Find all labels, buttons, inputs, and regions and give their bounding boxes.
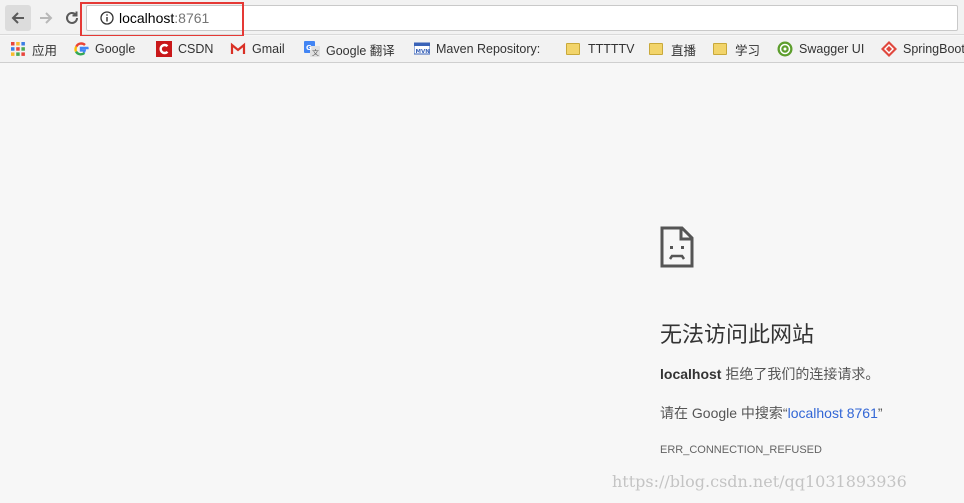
search-suffix: ” — [877, 405, 883, 421]
google-icon — [73, 41, 89, 57]
bookmark-label: 学习 — [735, 43, 761, 58]
bookmark-label: Gmail — [252, 42, 285, 56]
bookmark-maven-repository[interactable]: MVN Maven Repository: — [413, 39, 541, 59]
search-suggestion: 请在 Google 中搜索“localhost 8761” — [660, 403, 883, 423]
back-button[interactable] — [5, 5, 31, 31]
mvn-icon: MVN — [413, 41, 431, 57]
bookmark-folder-ttttv[interactable]: TTTTTV — [566, 39, 635, 59]
bookmark-apps[interactable]: 应用 — [10, 39, 57, 59]
arrow-right-icon — [40, 12, 53, 24]
bookmark-label: Swagger UI — [799, 42, 865, 56]
search-prefix: 请在 Google 中搜索“ — [660, 405, 788, 421]
bookmark-label: CSDN — [178, 42, 214, 56]
error-title: 无法访问此网站 — [660, 322, 815, 347]
svg-text:MVN: MVN — [416, 49, 431, 55]
bookmark-label: 应用 — [32, 43, 58, 58]
folder-icon — [713, 41, 729, 57]
swagger-icon — [777, 41, 793, 57]
bookmarks-bar: 应用 Google CSDN Gmail G 文 Google 翻译 MVN M… — [0, 36, 964, 63]
bookmark-folder-live[interactable]: 直播 — [649, 39, 696, 59]
bookmark-csdn[interactable]: CSDN — [156, 39, 213, 59]
bookmark-folder-study[interactable]: 学习 — [713, 39, 760, 59]
svg-text:文: 文 — [312, 48, 319, 57]
bookmark-swagger-ui[interactable]: Swagger UI — [777, 39, 864, 59]
error-description: localhost 拒绝了我们的连接请求。 — [660, 364, 879, 384]
reload-icon — [66, 11, 78, 24]
sad-page-icon — [660, 226, 694, 268]
springboot-icon — [881, 41, 897, 57]
bookmark-google-translate[interactable]: G 文 Google 翻译 — [304, 39, 395, 59]
folder-icon — [649, 41, 665, 57]
bookmark-label: TTTTTV — [588, 42, 635, 56]
annotation-highlight-box — [80, 2, 244, 37]
bookmark-gmail[interactable]: Gmail — [230, 39, 285, 59]
bookmark-google[interactable]: Google — [73, 39, 135, 59]
bookmark-label: SpringBoot — [903, 42, 964, 56]
error-refused-text: 拒绝了我们的连接请求。 — [721, 366, 880, 382]
forward-button[interactable] — [33, 5, 59, 31]
error-code: ERR_CONNECTION_REFUSED — [660, 444, 822, 456]
google-translate-icon: G 文 — [304, 41, 320, 57]
watermark: https://blog.csdn.net/qq1031893936 — [612, 472, 907, 491]
bookmark-label: Google — [95, 42, 136, 56]
gmail-icon — [230, 41, 246, 57]
bookmark-springboot[interactable]: SpringBoot — [881, 39, 964, 59]
error-host: localhost — [660, 366, 722, 382]
arrow-left-icon — [11, 12, 24, 24]
search-link[interactable]: localhost 8761 — [788, 405, 878, 421]
apps-grid-icon — [10, 41, 26, 57]
bookmark-label: 直播 — [671, 43, 697, 58]
bookmark-label: Google 翻译 — [326, 43, 395, 58]
csdn-icon — [156, 41, 172, 57]
folder-icon — [566, 41, 582, 57]
bookmark-label: Maven Repository: — [436, 42, 541, 56]
